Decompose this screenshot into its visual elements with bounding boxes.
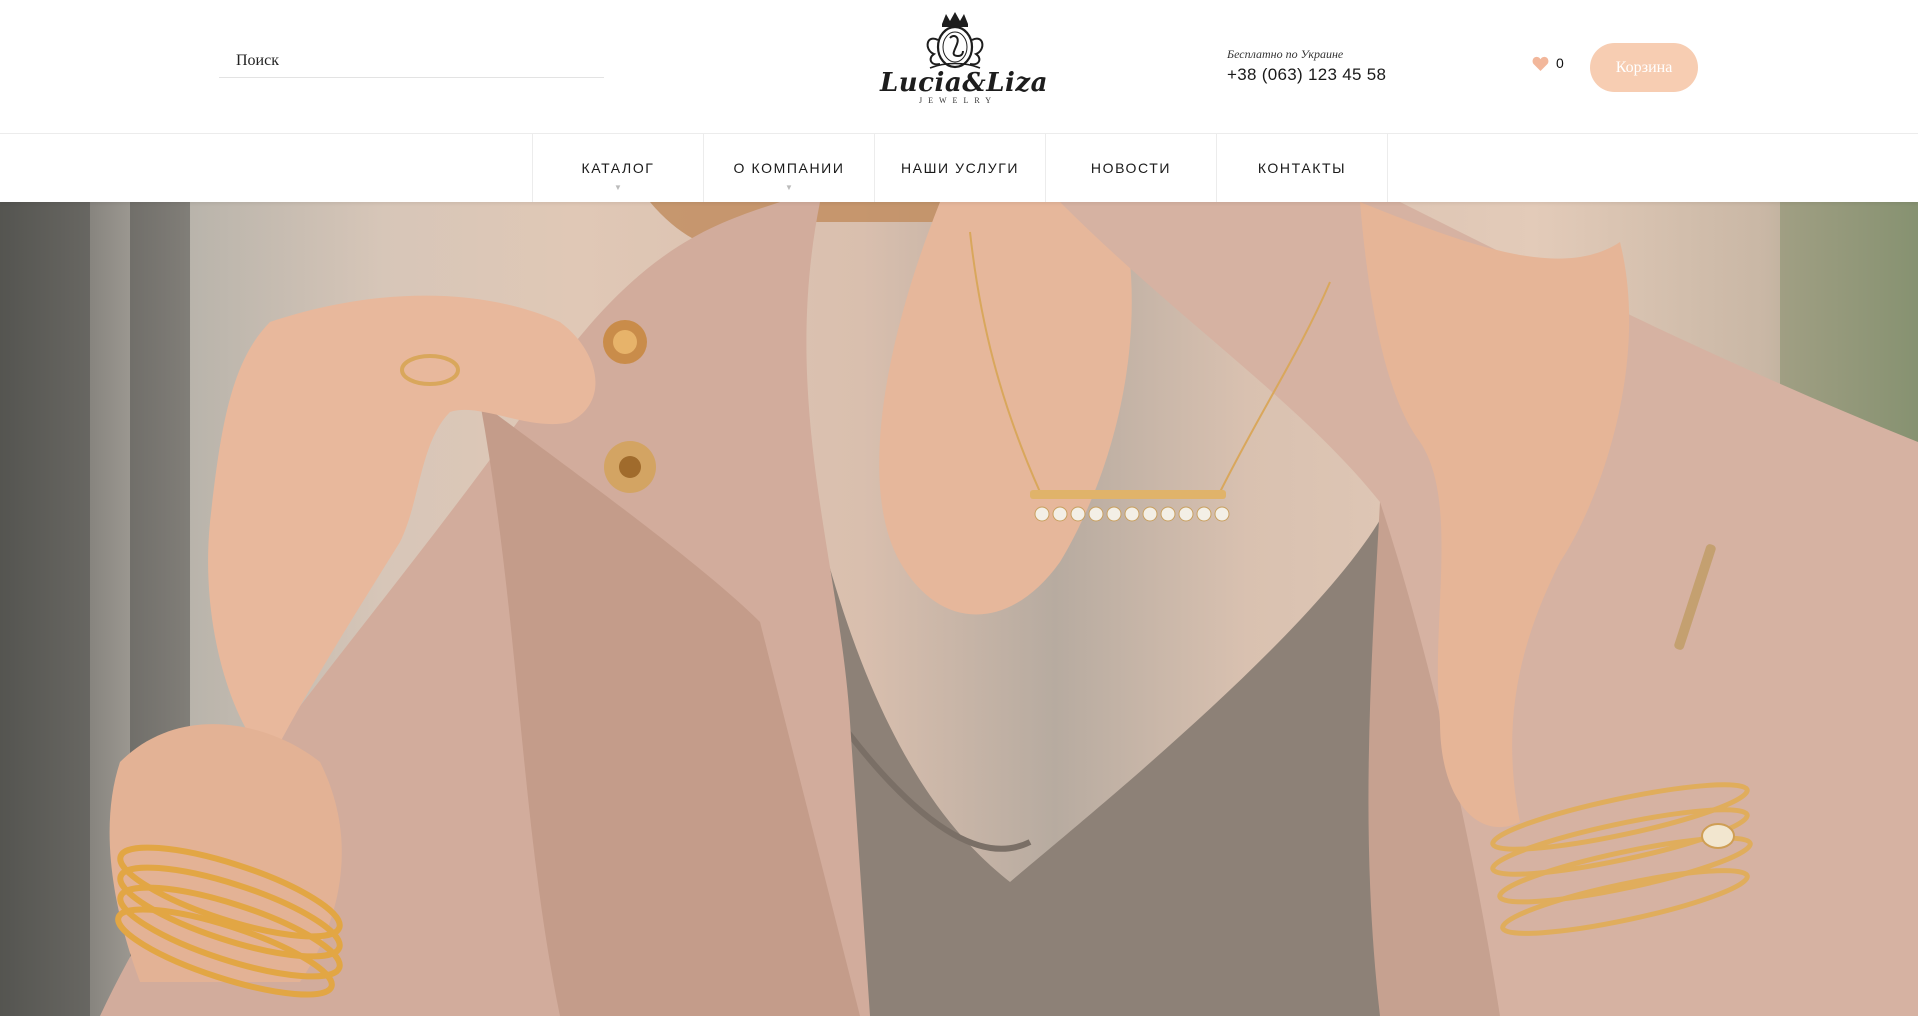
heart-icon <box>1532 56 1549 71</box>
nav-list: КАТАЛОГ ▼ О КОМПАНИИ ▼ НАШИ УСЛУГИ НОВОС… <box>532 134 1388 202</box>
logo[interactable]: Lucia&Liza JEWELRY <box>880 10 1048 122</box>
nav-item-contacts[interactable]: КОНТАКТЫ <box>1217 134 1388 202</box>
wishlist-count: 0 <box>1556 55 1564 71</box>
nav-item-news[interactable]: НОВОСТИ <box>1046 134 1217 202</box>
free-call-note: Бесплатно по Украине <box>1227 47 1344 61</box>
nav-label: О КОМПАНИИ <box>733 160 845 176</box>
crest-icon <box>926 12 984 69</box>
nav-item-services[interactable]: НАШИ УСЛУГИ <box>875 134 1046 202</box>
chevron-down-icon: ▼ <box>785 183 793 192</box>
hero-illustration <box>0 202 1918 1016</box>
site-header: Lucia&Liza JEWELRY Бесплатно по Украине … <box>0 0 1918 134</box>
nav-label: НАШИ УСЛУГИ <box>900 160 1020 176</box>
hero-banner-image <box>0 202 1918 1016</box>
wishlist-button[interactable]: 0 <box>1532 55 1564 71</box>
logo-name: Lucia&Liza <box>880 68 1048 98</box>
nav-label: КОНТАКТЫ <box>1257 160 1347 176</box>
nav-label: НОВОСТИ <box>1090 160 1172 176</box>
nav-item-about[interactable]: О КОМПАНИИ ▼ <box>704 134 875 202</box>
search-box[interactable] <box>219 44 604 78</box>
search-input[interactable] <box>219 44 604 77</box>
chevron-down-icon: ▼ <box>614 183 622 192</box>
nav-item-catalog[interactable]: КАТАЛОГ ▼ <box>533 134 704 202</box>
contact-block: Бесплатно по Украине +38 (063) 123 45 58 <box>1227 47 1386 85</box>
main-nav: КАТАЛОГ ▼ О КОМПАНИИ ▼ НАШИ УСЛУГИ НОВОС… <box>0 134 1918 202</box>
nav-label: КАТАЛОГ <box>581 160 655 176</box>
cart-button[interactable]: Корзина <box>1590 43 1698 92</box>
phone-number[interactable]: +38 (063) 123 45 58 <box>1227 65 1386 85</box>
